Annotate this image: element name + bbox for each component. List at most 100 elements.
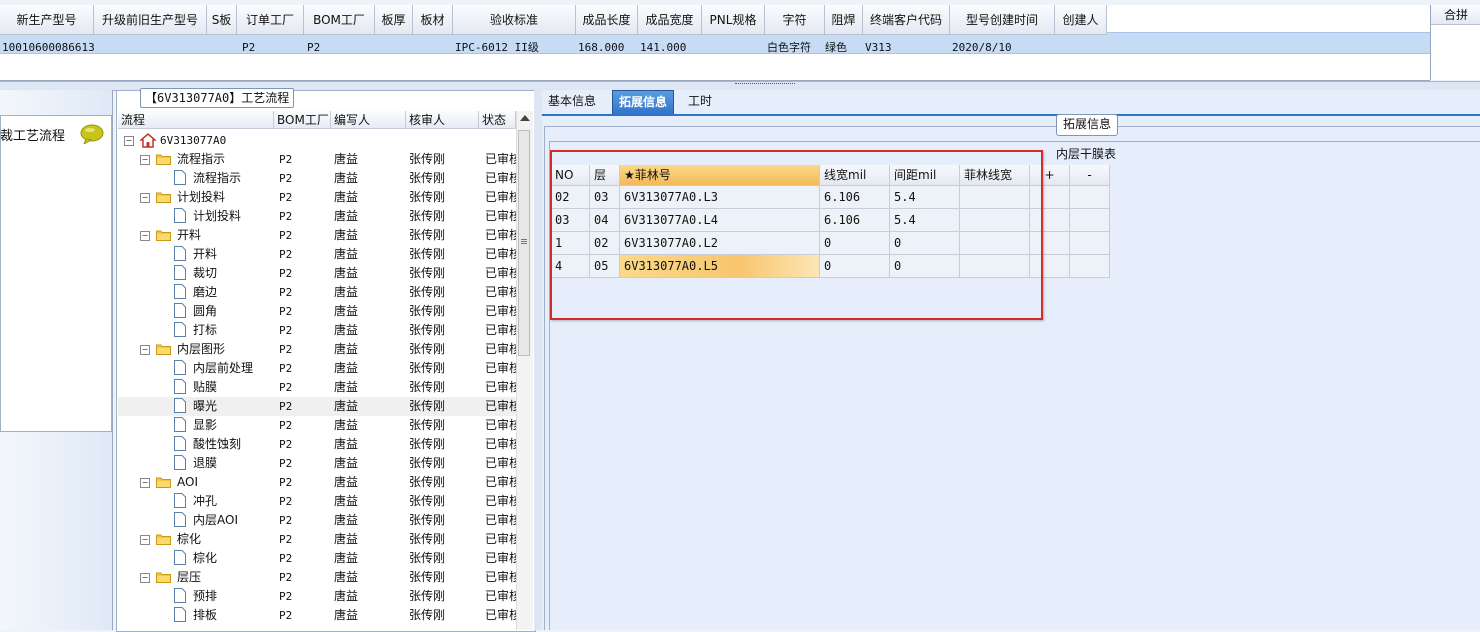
column-header[interactable]: 阻焊 xyxy=(825,5,863,35)
grid-cell[interactable] xyxy=(702,37,765,59)
tree-step-row[interactable]: 酸性蚀刻 P2 唐益 张传刚 已审核 xyxy=(118,435,516,454)
tree-step-row[interactable]: 内层前处理 P2 唐益 张传刚 已审核 xyxy=(118,359,516,378)
column-header[interactable]: 终端客户代码 xyxy=(863,5,950,35)
column-header[interactable]: 新生产型号 xyxy=(0,5,94,35)
tree-step-row[interactable]: 计划投料 P2 唐益 张传刚 已审核 xyxy=(118,207,516,226)
grid-cell[interactable] xyxy=(1070,209,1110,232)
process-nav-label[interactable]: 裁工艺流程 xyxy=(0,125,65,144)
column-header[interactable]: 核审人 xyxy=(406,111,479,129)
grid-cell[interactable] xyxy=(1070,232,1110,255)
tree-root-row[interactable]: − 6V313077A0 xyxy=(118,131,516,150)
scroll-up-icon[interactable] xyxy=(520,115,530,121)
column-header[interactable]: 状态 xyxy=(479,111,516,129)
grid-cell[interactable] xyxy=(413,37,453,59)
column-header[interactable]: 订单工厂 xyxy=(237,5,304,35)
column-header[interactable]: 成品宽度 xyxy=(638,5,702,35)
tree-folder-row[interactable]: − 流程指示 P2 唐益 张传刚 已审核 xyxy=(118,150,516,169)
reviewer-cell: 张传刚 xyxy=(409,608,446,622)
column-header[interactable]: 创建人 xyxy=(1055,5,1107,35)
collapse-toggle-icon[interactable]: − xyxy=(140,535,150,545)
tree-step-row[interactable]: 打标 P2 唐益 张传刚 已审核 xyxy=(118,321,516,340)
collapse-toggle-icon[interactable]: − xyxy=(140,573,150,583)
grid-cell[interactable]: IPC-6012 II级 xyxy=(453,37,576,59)
tree-step-row[interactable]: 退膜 P2 唐益 张传刚 已审核 xyxy=(118,454,516,473)
tree-step-row[interactable]: 曝光 P2 唐益 张传刚 已审核 xyxy=(118,397,516,416)
document-icon xyxy=(174,379,186,394)
bom-factory-cell: P2 xyxy=(279,362,293,375)
tree-step-row[interactable]: 内层AOI P2 唐益 张传刚 已审核 xyxy=(118,511,516,530)
merge-panel: 合拼 xyxy=(1430,5,1480,80)
collapse-toggle-icon[interactable]: − xyxy=(124,136,134,146)
tree-step-row[interactable]: 裁切 P2 唐益 张传刚 已审核 xyxy=(118,264,516,283)
tree-step-row[interactable]: 显影 P2 唐益 张传刚 已审核 xyxy=(118,416,516,435)
column-header[interactable]: - xyxy=(1070,165,1110,186)
column-header[interactable]: 编写人 xyxy=(331,111,406,129)
status-cell: 已审核 xyxy=(485,475,516,489)
column-header[interactable]: 成品长度 xyxy=(576,5,638,35)
tab-work-hours[interactable]: 工时 xyxy=(682,90,718,114)
grid-cell[interactable]: P2 xyxy=(240,37,305,59)
status-cell: 已审核 xyxy=(485,418,516,432)
grid-cell[interactable]: 141.000 xyxy=(638,37,702,59)
tree-node-label: 预排 xyxy=(193,589,218,603)
collapse-toggle-icon[interactable]: − xyxy=(140,231,150,241)
column-header[interactable]: 升级前旧生产型号 xyxy=(94,5,207,35)
grid-cell[interactable]: V313 xyxy=(863,37,950,59)
column-header[interactable]: BOM工厂 xyxy=(274,111,331,129)
column-header[interactable]: BOM工厂 xyxy=(304,5,375,35)
column-header[interactable]: PNL规格 xyxy=(702,5,765,35)
grid-cell[interactable] xyxy=(94,37,207,59)
column-header[interactable]: S板 xyxy=(207,5,237,35)
tree-node-label: 棕化 xyxy=(177,532,202,546)
tree-step-row[interactable]: 棕化 P2 唐益 张传刚 已审核 xyxy=(118,549,516,568)
left-nav-list xyxy=(0,115,112,432)
grid-cell[interactable] xyxy=(375,37,413,59)
grid-cell[interactable] xyxy=(207,37,240,59)
tree-step-row[interactable]: 圆角 P2 唐益 张传刚 已审核 xyxy=(118,302,516,321)
tree-folder-row[interactable]: − AOI P2 唐益 张传刚 已审核 xyxy=(118,473,516,492)
column-header[interactable]: 流程 xyxy=(118,111,274,129)
tree-folder-row[interactable]: − 内层图形 P2 唐益 张传刚 已审核 xyxy=(118,340,516,359)
grid-cell[interactable]: 10010600086613 xyxy=(0,37,94,59)
status-cell: 已审核 xyxy=(485,513,516,527)
grid-cell[interactable]: 2020/8/10 xyxy=(950,37,1055,59)
grid-cell[interactable] xyxy=(1070,186,1110,209)
tree-step-row[interactable]: 磨边 P2 唐益 张传刚 已审核 xyxy=(118,283,516,302)
reviewer-cell: 张传刚 xyxy=(409,152,446,166)
column-header[interactable]: 字符 xyxy=(765,5,825,35)
scrollbar-thumb[interactable] xyxy=(518,130,530,356)
merge-header[interactable]: 合拼 xyxy=(1431,5,1480,25)
tree-step-row[interactable]: 排板 P2 唐益 张传刚 已审核 xyxy=(118,606,516,625)
grid-cell[interactable]: 绿色 xyxy=(823,37,863,59)
column-header[interactable]: 验收标准 xyxy=(453,5,576,35)
tree-step-row[interactable]: 预排 P2 唐益 张传刚 已审核 xyxy=(118,587,516,606)
tree-folder-row[interactable]: − 层压 P2 唐益 张传刚 已审核 xyxy=(118,568,516,587)
column-header[interactable]: 板厚 xyxy=(375,5,413,35)
chat-bubble-icon[interactable] xyxy=(80,124,104,144)
vertical-splitter[interactable] xyxy=(534,90,542,630)
collapse-toggle-icon[interactable]: − xyxy=(140,193,150,203)
grid-cell[interactable]: P2 xyxy=(305,37,375,59)
collapse-toggle-icon[interactable]: − xyxy=(140,478,150,488)
bom-factory-cell: P2 xyxy=(279,571,293,584)
grid-cell[interactable] xyxy=(1070,255,1110,278)
column-header[interactable]: 板材 xyxy=(413,5,453,35)
tab-extended-info[interactable]: 拓展信息 xyxy=(612,90,675,115)
reviewer-cell: 张传刚 xyxy=(409,380,446,394)
tree-folder-row[interactable]: − 计划投料 P2 唐益 张传刚 已审核 xyxy=(118,188,516,207)
tree-folder-row[interactable]: − 棕化 P2 唐益 张传刚 已审核 xyxy=(118,530,516,549)
tree-folder-row[interactable]: − 开料 P2 唐益 张传刚 已审核 xyxy=(118,226,516,245)
grid-cell[interactable]: 168.000 xyxy=(576,37,638,59)
document-icon xyxy=(174,208,186,223)
tree-step-row[interactable]: 开料 P2 唐益 张传刚 已审核 xyxy=(118,245,516,264)
column-header[interactable]: 型号创建时间 xyxy=(950,5,1055,35)
tree-step-row[interactable]: 流程指示 P2 唐益 张传刚 已审核 xyxy=(118,169,516,188)
collapse-toggle-icon[interactable]: − xyxy=(140,345,150,355)
grid-cell[interactable]: 白色字符 xyxy=(765,37,823,59)
collapse-toggle-icon[interactable]: − xyxy=(140,155,150,165)
tab-basic-info[interactable]: 基本信息 xyxy=(542,90,602,114)
tree-step-row[interactable]: 贴膜 P2 唐益 张传刚 已审核 xyxy=(118,378,516,397)
grid-cell[interactable] xyxy=(1055,37,1107,59)
bom-factory-cell: P2 xyxy=(279,400,293,413)
tree-step-row[interactable]: 冲孔 P2 唐益 张传刚 已审核 xyxy=(118,492,516,511)
